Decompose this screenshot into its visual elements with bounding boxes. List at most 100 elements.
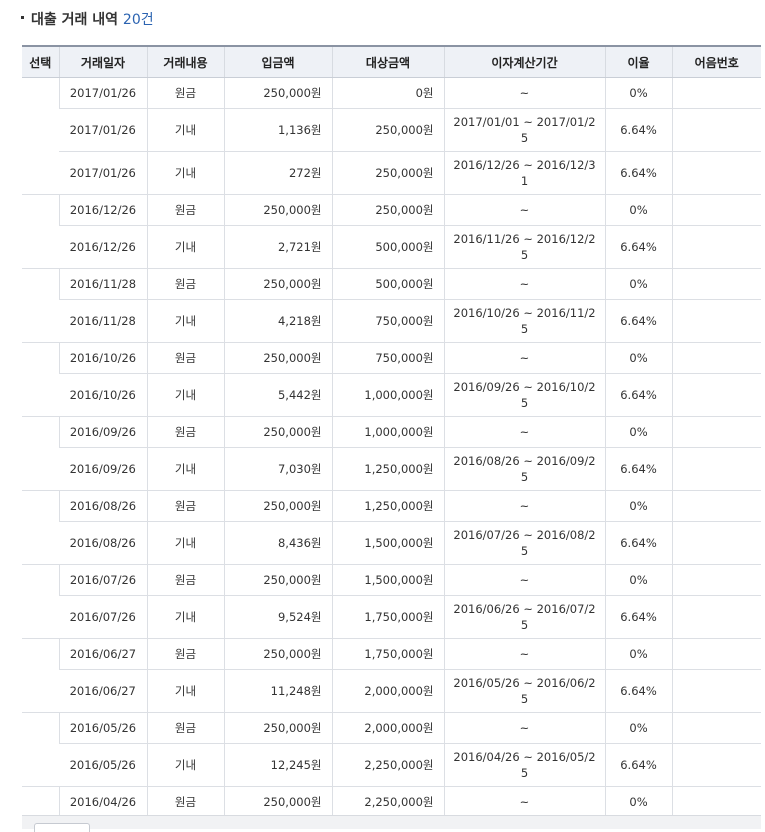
deposit-cell: 250,000원: [223, 268, 332, 300]
note-number-cell: [671, 743, 761, 787]
note-number-cell: [671, 669, 761, 713]
table-body: 2017/01/26 원금 250,000원 0원 ~0% 2017/01/26 기내 1,1…: [22, 77, 761, 818]
table-row: 2016/11/28 기내 4,218원 750,000원 2016/10/26 ~ 2…: [22, 299, 761, 343]
rate-cell: 0%: [604, 268, 672, 300]
type-cell: 기내: [146, 521, 224, 565]
period-cell: ~: [443, 194, 605, 226]
target-cell: 250,000원: [331, 194, 444, 226]
target-cell: 250,000원: [331, 108, 444, 152]
note-number-cell: [671, 638, 761, 670]
rate-cell: 0%: [604, 77, 672, 109]
select-cell[interactable]: [22, 268, 59, 343]
date-cell: 2016/10/26: [59, 373, 147, 417]
table-row: 2016/09/26 기내 7,030원 1,250,000원 2016/08/26 ~…: [22, 447, 761, 491]
target-cell: 1,000,000원: [331, 373, 444, 417]
select-cell[interactable]: [22, 490, 59, 565]
deposit-cell: 250,000원: [223, 77, 332, 109]
table-row: 2016/05/26 기내 12,245원 2,250,000원 2016/04/26 …: [22, 743, 761, 787]
date-cell: 2016/05/26: [58, 712, 147, 744]
note-number-cell: [671, 225, 761, 269]
note-number-cell: [671, 151, 761, 195]
note-number-cell: [671, 416, 761, 448]
section-title: 대출 거래 내역 20건: [21, 10, 154, 30]
period-cell: 2016/11/26 ~ 2016/12/25: [443, 225, 605, 269]
table-row: 2016/08/26 기내 8,436원 1,500,000원 2016/07/26 ~…: [22, 521, 761, 565]
note-number-cell: [671, 712, 761, 744]
table-row: 2017/01/26 기내 272원 250,000원 2016/12/26 ~ 201…: [22, 151, 761, 195]
select-cell[interactable]: [22, 194, 59, 269]
type-cell: 기내: [146, 225, 224, 269]
rate-cell: 0%: [604, 194, 672, 226]
deposit-cell: 250,000원: [223, 786, 332, 818]
date-cell: 2016/07/26: [59, 595, 147, 639]
deposit-cell: 250,000원: [223, 564, 332, 596]
bullet-icon: [21, 15, 24, 19]
date-cell: 2016/10/26: [58, 342, 147, 374]
table-row: 2017/01/26 원금 250,000원 0원 ~0%: [22, 77, 761, 195]
type-cell: 기내: [146, 743, 224, 787]
date-cell: 2017/01/26: [58, 77, 147, 109]
period-cell: ~: [443, 268, 605, 300]
period-cell: 2016/10/26 ~ 2016/11/25: [443, 299, 605, 343]
rate-cell: 6.64%: [604, 743, 672, 787]
period-cell: ~: [443, 490, 605, 522]
period-cell: 2016/05/26 ~ 2016/06/25: [443, 669, 605, 713]
rate-cell: 6.64%: [604, 447, 672, 491]
deposit-cell: 8,436원: [223, 521, 332, 565]
table-row: 2016/07/26 기내 9,524원 1,750,000원 2016/06/26 ~…: [22, 595, 761, 639]
target-cell: 750,000원: [331, 342, 444, 374]
target-cell: 2,250,000원: [331, 786, 444, 818]
table-row: 2016/07/26 원금 250,000원 1,500,000원 ~0%: [22, 564, 761, 639]
table-header-row: 선택 거래일자 거래내용 입금액 대상금액 이자계산기간 이율 어음번호: [22, 45, 761, 78]
period-cell: ~: [443, 786, 605, 818]
date-cell: 2016/09/26: [59, 447, 147, 491]
type-cell: 원금: [146, 786, 224, 818]
type-cell: 원금: [146, 638, 224, 670]
period-cell: 2016/09/26 ~ 2016/10/25: [443, 373, 605, 417]
rate-cell: 6.64%: [604, 521, 672, 565]
period-cell: 2016/06/26 ~ 2016/07/25: [443, 595, 605, 639]
header-deposit: 입금액: [223, 45, 332, 78]
target-cell: 2,000,000원: [331, 712, 444, 744]
select-cell[interactable]: [22, 638, 59, 713]
type-cell: 원금: [146, 194, 224, 226]
date-cell: 2016/11/28: [59, 299, 147, 343]
date-cell: 2016/04/26: [58, 786, 147, 818]
target-cell: 500,000원: [331, 225, 444, 269]
period-cell: 2017/01/01 ~ 2017/01/25: [443, 108, 605, 152]
note-number-cell: [671, 490, 761, 522]
period-cell: ~: [443, 564, 605, 596]
type-cell: 원금: [146, 77, 224, 109]
table-row: 2016/10/26 기내 5,442원 1,000,000원 2016/09/26 ~…: [22, 373, 761, 417]
table-row: 2016/11/28 원금 250,000원 500,000원 ~0%: [22, 268, 761, 343]
select-cell[interactable]: [22, 786, 59, 818]
note-number-cell: [671, 447, 761, 491]
table-row: 2016/12/26 기내 2,721원 500,000원 2016/11/26 ~ 2…: [22, 225, 761, 269]
rate-cell: 6.64%: [604, 595, 672, 639]
select-cell[interactable]: [22, 712, 59, 787]
deposit-cell: 250,000원: [223, 342, 332, 374]
date-cell: 2016/09/26: [58, 416, 147, 448]
table-row: 2016/06/27 원금 250,000원 1,750,000원 ~0%: [22, 638, 761, 713]
select-cell[interactable]: [22, 564, 59, 639]
select-cell[interactable]: [22, 416, 59, 491]
select-cell[interactable]: [22, 342, 59, 417]
target-cell: 2,250,000원: [331, 743, 444, 787]
target-cell: 2,000,000원: [331, 669, 444, 713]
deposit-cell: 12,245원: [223, 743, 332, 787]
target-cell: 1,750,000원: [331, 638, 444, 670]
type-cell: 기내: [146, 299, 224, 343]
date-cell: 2017/01/26: [59, 151, 147, 195]
date-cell: 2016/06/27: [59, 669, 147, 713]
note-number-cell: [671, 786, 761, 818]
select-cell[interactable]: [22, 77, 59, 195]
note-number-cell: [671, 521, 761, 565]
rate-cell: 0%: [604, 416, 672, 448]
record-count: 20건: [122, 12, 154, 28]
rate-cell: 6.64%: [604, 151, 672, 195]
table-row: 2016/05/26 원금 250,000원 2,000,000원 ~0%: [22, 712, 761, 787]
type-cell: 원금: [146, 268, 224, 300]
rate-cell: 0%: [604, 490, 672, 522]
deposit-cell: 250,000원: [223, 490, 332, 522]
date-cell: 2016/08/26: [59, 521, 147, 565]
